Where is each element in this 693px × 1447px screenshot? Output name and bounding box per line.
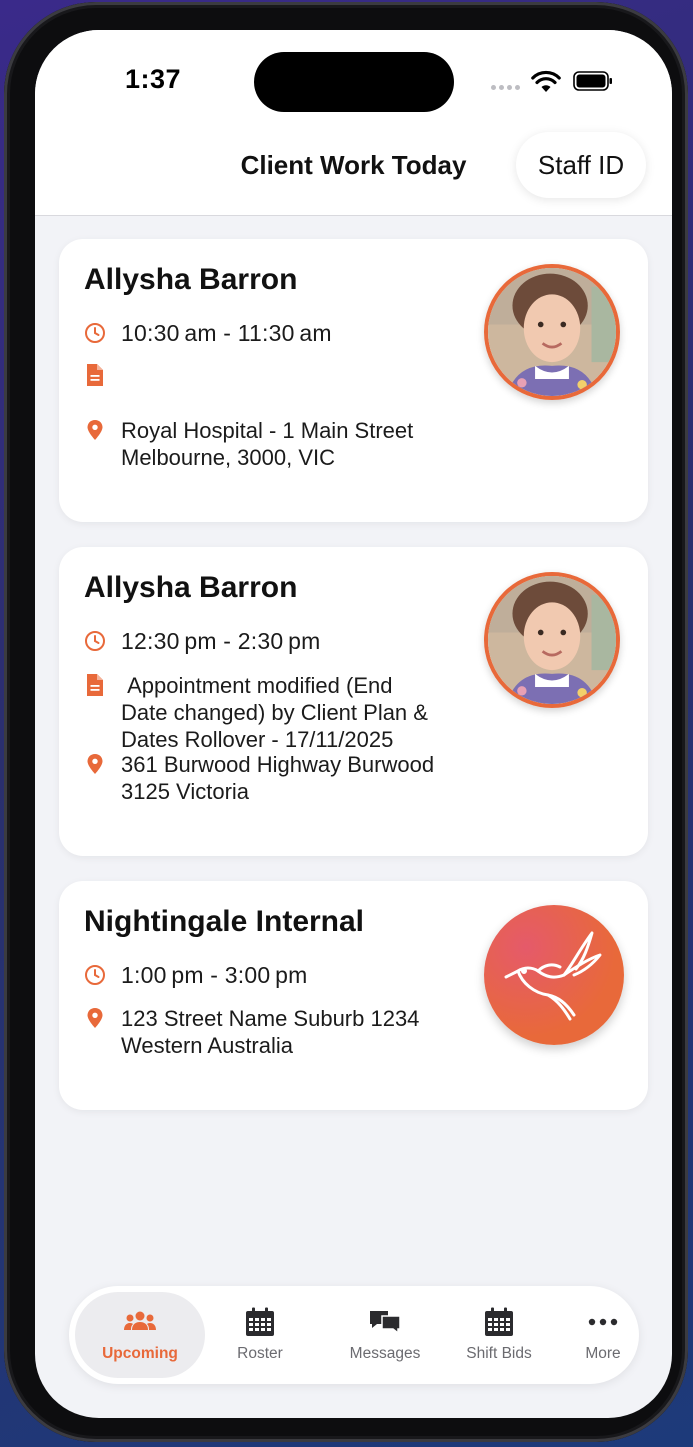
people-icon <box>124 1311 156 1330</box>
appointment-address: 123 Street Name Suburb 1234 Western Austr… <box>121 1005 419 1059</box>
tab-label: More <box>585 1345 621 1362</box>
page-title: Client Work Today <box>240 150 467 180</box>
tab-messages[interactable]: Messages <box>335 1292 435 1378</box>
appointment-time-row: 12:30 pm - 2:30 pm <box>84 628 320 655</box>
client-name: Allysha Barron <box>84 571 298 604</box>
tab-label: Shift Bids <box>466 1345 532 1362</box>
tab-upcoming[interactable]: Upcoming <box>75 1292 205 1378</box>
client-avatar <box>484 264 620 400</box>
client-name: Allysha Barron <box>84 263 298 296</box>
location-pin-icon <box>87 420 103 440</box>
address-line: Royal Hospital - 1 Main Street <box>121 418 414 443</box>
calendar-icon <box>246 1307 274 1336</box>
document-icon <box>87 364 103 386</box>
appointment-card[interactable]: Allysha Barron 12:30 pm - 2:30 pm Appoin… <box>59 547 648 856</box>
document-icon <box>87 674 103 696</box>
appointment-time: 10:30 am - 11:30 am <box>121 320 332 346</box>
appointment-address-row: Royal Hospital - 1 Main Street Melbourne,… <box>84 417 413 471</box>
appointment-address: 361 Burwood Highway Burwood 3125 Victoria <box>121 751 434 805</box>
address-line: 3125 Victoria <box>121 779 250 804</box>
note-line: Appointment modified (End <box>121 673 393 698</box>
tab-label: Messages <box>349 1345 421 1362</box>
wifi-icon <box>531 70 561 92</box>
appointment-note-row: Appointment modified (End Date changed) b… <box>84 672 428 753</box>
app-screen: 1:37 Client Work Today Staff ID Allysha … <box>35 30 672 1418</box>
appointment-address: Royal Hospital - 1 Main Street Melbourne,… <box>121 417 413 471</box>
clock-icon <box>85 965 105 985</box>
appointment-address-row: 123 Street Name Suburb 1234 Western Austr… <box>84 1005 419 1059</box>
tab-more[interactable]: More <box>565 1292 641 1378</box>
location-pin-icon <box>87 754 103 774</box>
location-pin-icon <box>87 1008 103 1028</box>
nightingale-logo <box>484 905 624 1045</box>
appointment-time-row: 1:00 pm - 3:00 pm <box>84 962 307 989</box>
status-time: 1:37 <box>125 64 182 94</box>
tab-label: Upcoming <box>102 1345 178 1362</box>
child-photo <box>488 268 616 396</box>
appointment-time: 1:00 pm - 3:00 pm <box>121 962 308 988</box>
appointment-card[interactable]: Nightingale Internal 1:00 pm - 3:00 pm 1… <box>59 881 648 1110</box>
bird-icon <box>504 931 602 1021</box>
client-name: Nightingale Internal <box>84 905 365 938</box>
appointment-address-row: 361 Burwood Highway Burwood 3125 Victoria <box>84 751 434 805</box>
more-dots-icon <box>588 1318 618 1326</box>
dynamic-island <box>254 52 454 112</box>
battery-icon <box>573 71 612 91</box>
bottom-tab-bar: Upcoming Roster Messages Shift Bids More <box>69 1286 639 1384</box>
tab-roster[interactable]: Roster <box>215 1292 305 1378</box>
address-line: 123 Street Name Suburb 1234 <box>121 1006 420 1031</box>
phone-frame: 1:37 Client Work Today Staff ID Allysha … <box>4 2 688 1442</box>
appointment-time: 12:30 pm - 2:30 pm <box>121 628 321 654</box>
address-line: Melbourne, 3000, VIC <box>121 445 336 470</box>
clock-icon <box>85 323 105 343</box>
status-bar: 1:37 <box>35 30 672 130</box>
appointment-card[interactable]: Allysha Barron 10:30 am - 11:30 am Royal… <box>59 239 648 522</box>
appointment-time-row: 10:30 am - 11:30 am <box>84 320 332 347</box>
tab-label: Roster <box>237 1345 283 1362</box>
clock-icon <box>85 631 105 651</box>
address-line: 361 Burwood Highway Burwood <box>121 752 435 777</box>
address-line: Western Australia <box>121 1033 294 1058</box>
note-line: Date changed) by Client Plan & <box>121 700 428 725</box>
navigation-bar: Client Work Today Staff ID <box>35 130 672 216</box>
cellular-signal-icon <box>491 85 520 90</box>
chat-bubbles-icon <box>370 1311 401 1335</box>
appointment-note-row <box>84 362 121 387</box>
calendar-icon <box>485 1307 513 1336</box>
client-avatar <box>484 572 620 708</box>
child-photo <box>488 576 616 704</box>
appointment-note: Appointment modified (End Date changed) b… <box>121 672 428 753</box>
note-line: Dates Rollover - 17/11/2025 <box>121 727 394 752</box>
staff-id-button[interactable]: Staff ID <box>516 132 646 198</box>
tab-shift-bids[interactable]: Shift Bids <box>449 1292 549 1378</box>
